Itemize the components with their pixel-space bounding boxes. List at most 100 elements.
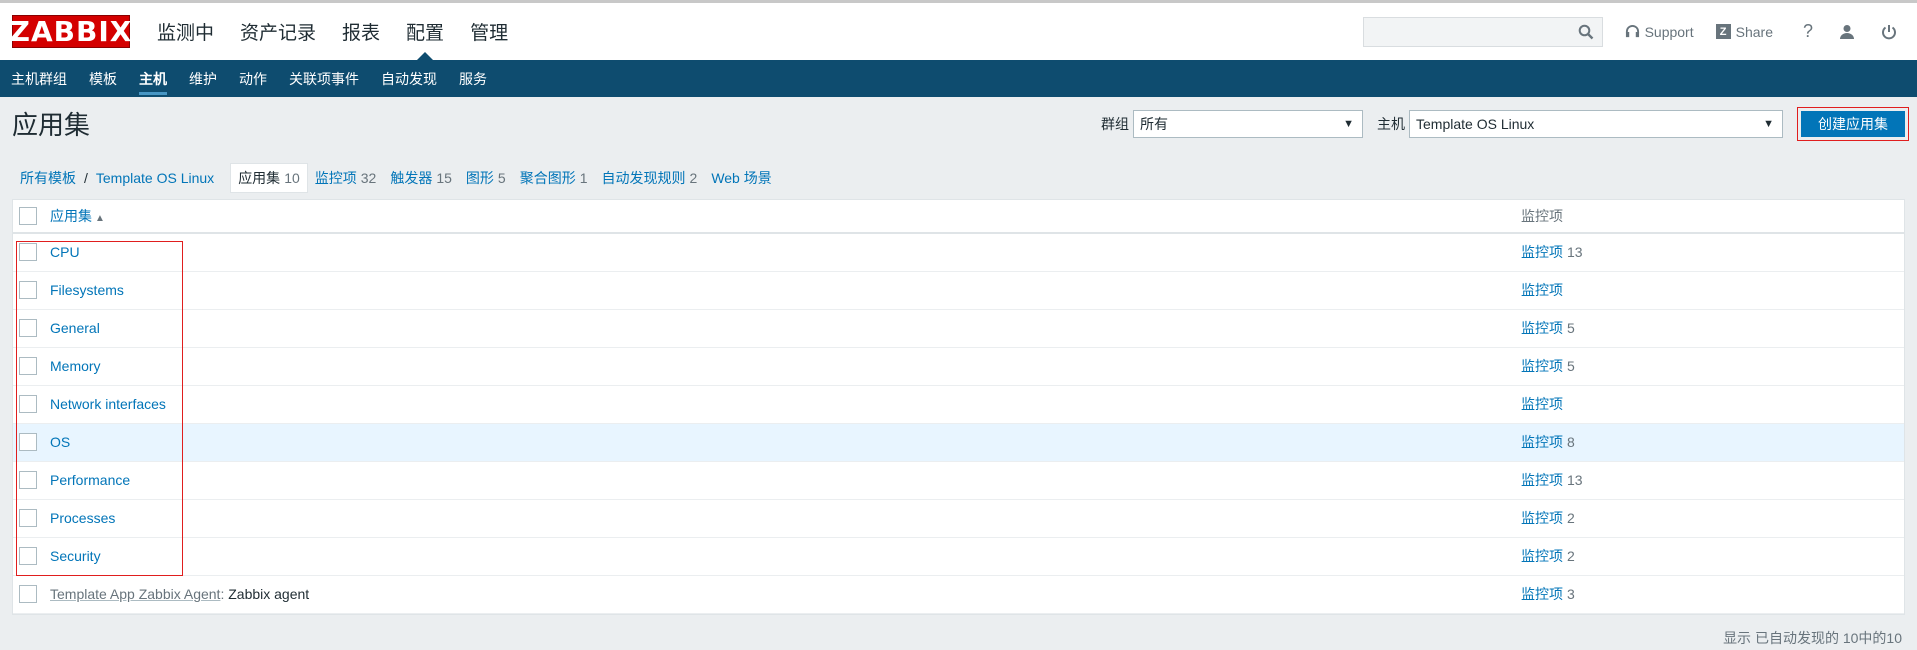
- table-row: Filesystems 监控项: [13, 271, 1904, 310]
- tab-triggers[interactable]: 触发器 15: [383, 163, 459, 193]
- subnav-host-groups[interactable]: 主机群组: [0, 60, 78, 97]
- tab-graphs[interactable]: 图形 5: [459, 163, 513, 193]
- group-select-value: 所有: [1140, 115, 1168, 132]
- subnav-actions[interactable]: 动作: [228, 60, 278, 97]
- table-stats: 显示 已自动发现的 10中的10: [1723, 630, 1902, 646]
- tab-applications[interactable]: 应用集 10: [230, 163, 308, 193]
- items-count: 2: [1567, 548, 1575, 564]
- subnav-services[interactable]: 服务: [448, 60, 498, 97]
- row-checkbox[interactable]: [19, 585, 37, 604]
- application-link[interactable]: Performance: [50, 472, 130, 488]
- tab-count: 5: [497, 170, 506, 186]
- tab-discovery-rules[interactable]: 自动发现规则 2: [595, 163, 705, 193]
- items-count: 13: [1567, 472, 1583, 488]
- nav-inventory[interactable]: 资产记录: [227, 3, 329, 60]
- sub-nav: 主机群组 模板 主机 维护 动作 关联项事件 自动发现 服务: [0, 60, 1917, 97]
- row-checkbox[interactable]: [19, 509, 37, 528]
- subnav-correlation[interactable]: 关联项事件: [278, 60, 370, 97]
- support-link[interactable]: Support: [1625, 24, 1694, 40]
- tab-label: 图形: [465, 170, 494, 186]
- header-right: Support Z Share ?: [1362, 3, 1917, 60]
- application-link[interactable]: OS: [50, 434, 70, 450]
- row-checkbox[interactable]: [19, 395, 37, 414]
- table-row: General 监控项 5: [13, 309, 1904, 348]
- application-link[interactable]: Memory: [50, 358, 101, 374]
- parent-template-link[interactable]: Template App Zabbix Agent: [50, 586, 220, 602]
- applications-table: 应用集 ▲ 监控项 CPU 监控项 13 Filesystems 监控项 Gener…: [12, 199, 1905, 615]
- application-link[interactable]: Network interfaces: [50, 396, 166, 412]
- row-checkbox[interactable]: [19, 433, 37, 452]
- items-link[interactable]: 监控项: [1521, 282, 1563, 298]
- tab-items[interactable]: 监控项 32: [308, 163, 384, 193]
- row-checkbox[interactable]: [19, 471, 37, 490]
- row-checkbox[interactable]: [19, 281, 37, 300]
- breadcrumb-all-templates[interactable]: 所有模板: [12, 168, 84, 188]
- items-link[interactable]: 监控项: [1521, 396, 1563, 412]
- column-items: 监控项: [1521, 200, 1904, 234]
- items-link[interactable]: 监控项: [1521, 548, 1563, 564]
- application-link[interactable]: Security: [50, 548, 101, 564]
- sign-out-icon[interactable]: [1881, 24, 1897, 40]
- table-row: CPU 监控项 13: [13, 233, 1904, 272]
- tab-count: 15: [436, 170, 452, 186]
- application-link[interactable]: Processes: [50, 510, 115, 526]
- subnav-discovery[interactable]: 自动发现: [370, 60, 448, 97]
- breadcrumb-template[interactable]: Template OS Linux: [88, 170, 222, 186]
- nav-administration[interactable]: 管理: [457, 3, 521, 60]
- zabbix-logo[interactable]: ZABBIX: [10, 15, 131, 48]
- tab-label: 自动发现规则: [601, 170, 686, 186]
- host-select[interactable]: Template OS Linux ▼: [1409, 109, 1783, 138]
- top-header: ZABBIX 监测中 资产记录 报表 配置 管理 Support Z Share: [0, 0, 1917, 60]
- application-link[interactable]: Filesystems: [50, 282, 124, 298]
- items-link[interactable]: 监控项: [1521, 510, 1563, 526]
- user-profile-icon[interactable]: [1839, 24, 1855, 40]
- create-button-highlight: 创建应用集: [1797, 106, 1909, 141]
- nav-configuration[interactable]: 配置: [393, 3, 457, 60]
- items-link[interactable]: 监控项: [1521, 358, 1563, 374]
- select-all-checkbox[interactable]: [19, 207, 37, 226]
- tab-label: 监控项: [314, 170, 357, 186]
- group-select[interactable]: 所有 ▼: [1133, 109, 1363, 138]
- page-title: 应用集: [12, 110, 91, 140]
- tab-web-scenarios[interactable]: Web 场景: [704, 163, 778, 193]
- nav-reports[interactable]: 报表: [329, 3, 393, 60]
- table-header-row: 应用集 ▲ 监控项: [13, 200, 1904, 234]
- share-label: Share: [1735, 23, 1773, 40]
- column-application[interactable]: 应用集 ▲: [50, 200, 1521, 234]
- subnav-hosts[interactable]: 主机: [128, 60, 178, 97]
- application-link[interactable]: CPU: [50, 244, 80, 260]
- tab-screens[interactable]: 聚合图形 1: [513, 163, 595, 193]
- search-icon[interactable]: [1578, 24, 1594, 40]
- share-z-icon: Z: [1715, 24, 1731, 39]
- search-input[interactable]: [1363, 17, 1578, 46]
- items-link[interactable]: 监控项: [1521, 586, 1563, 602]
- tab-label: 应用集: [238, 170, 281, 186]
- application-name: Zabbix agent: [228, 586, 310, 602]
- row-checkbox[interactable]: [19, 547, 37, 566]
- items-link[interactable]: 监控项: [1521, 244, 1563, 260]
- help-icon[interactable]: ?: [1803, 21, 1813, 42]
- table-row: Memory 监控项 5: [13, 347, 1904, 386]
- table-row: Processes 监控项 2: [13, 499, 1904, 538]
- title-row: 应用集 群组 所有 ▼ 主机 Template OS Linux ▼ 创建应用集: [0, 97, 1917, 150]
- share-link[interactable]: Z Share: [1715, 23, 1773, 40]
- subnav-templates[interactable]: 模板: [78, 60, 128, 97]
- tab-label: Web 场景: [711, 170, 772, 186]
- subnav-maintenance[interactable]: 维护: [178, 60, 228, 97]
- nav-monitoring[interactable]: 监测中: [144, 3, 227, 60]
- items-link[interactable]: 监控项: [1521, 434, 1563, 450]
- host-label: 主机: [1377, 115, 1405, 132]
- application-link[interactable]: General: [50, 320, 100, 336]
- row-checkbox[interactable]: [19, 357, 37, 376]
- items-link[interactable]: 监控项: [1521, 320, 1563, 336]
- items-link[interactable]: 监控项: [1521, 472, 1563, 488]
- table-row: OS 监控项 8: [13, 423, 1904, 462]
- items-count: 8: [1567, 434, 1575, 450]
- tab-count: 32: [360, 170, 377, 186]
- row-checkbox[interactable]: [19, 319, 37, 338]
- create-application-button[interactable]: 创建应用集: [1801, 110, 1905, 137]
- sort-asc-icon: ▲: [95, 213, 105, 224]
- items-count: 3: [1567, 586, 1575, 602]
- row-checkbox[interactable]: [19, 243, 37, 262]
- table-row: Performance 监控项 13: [13, 461, 1904, 500]
